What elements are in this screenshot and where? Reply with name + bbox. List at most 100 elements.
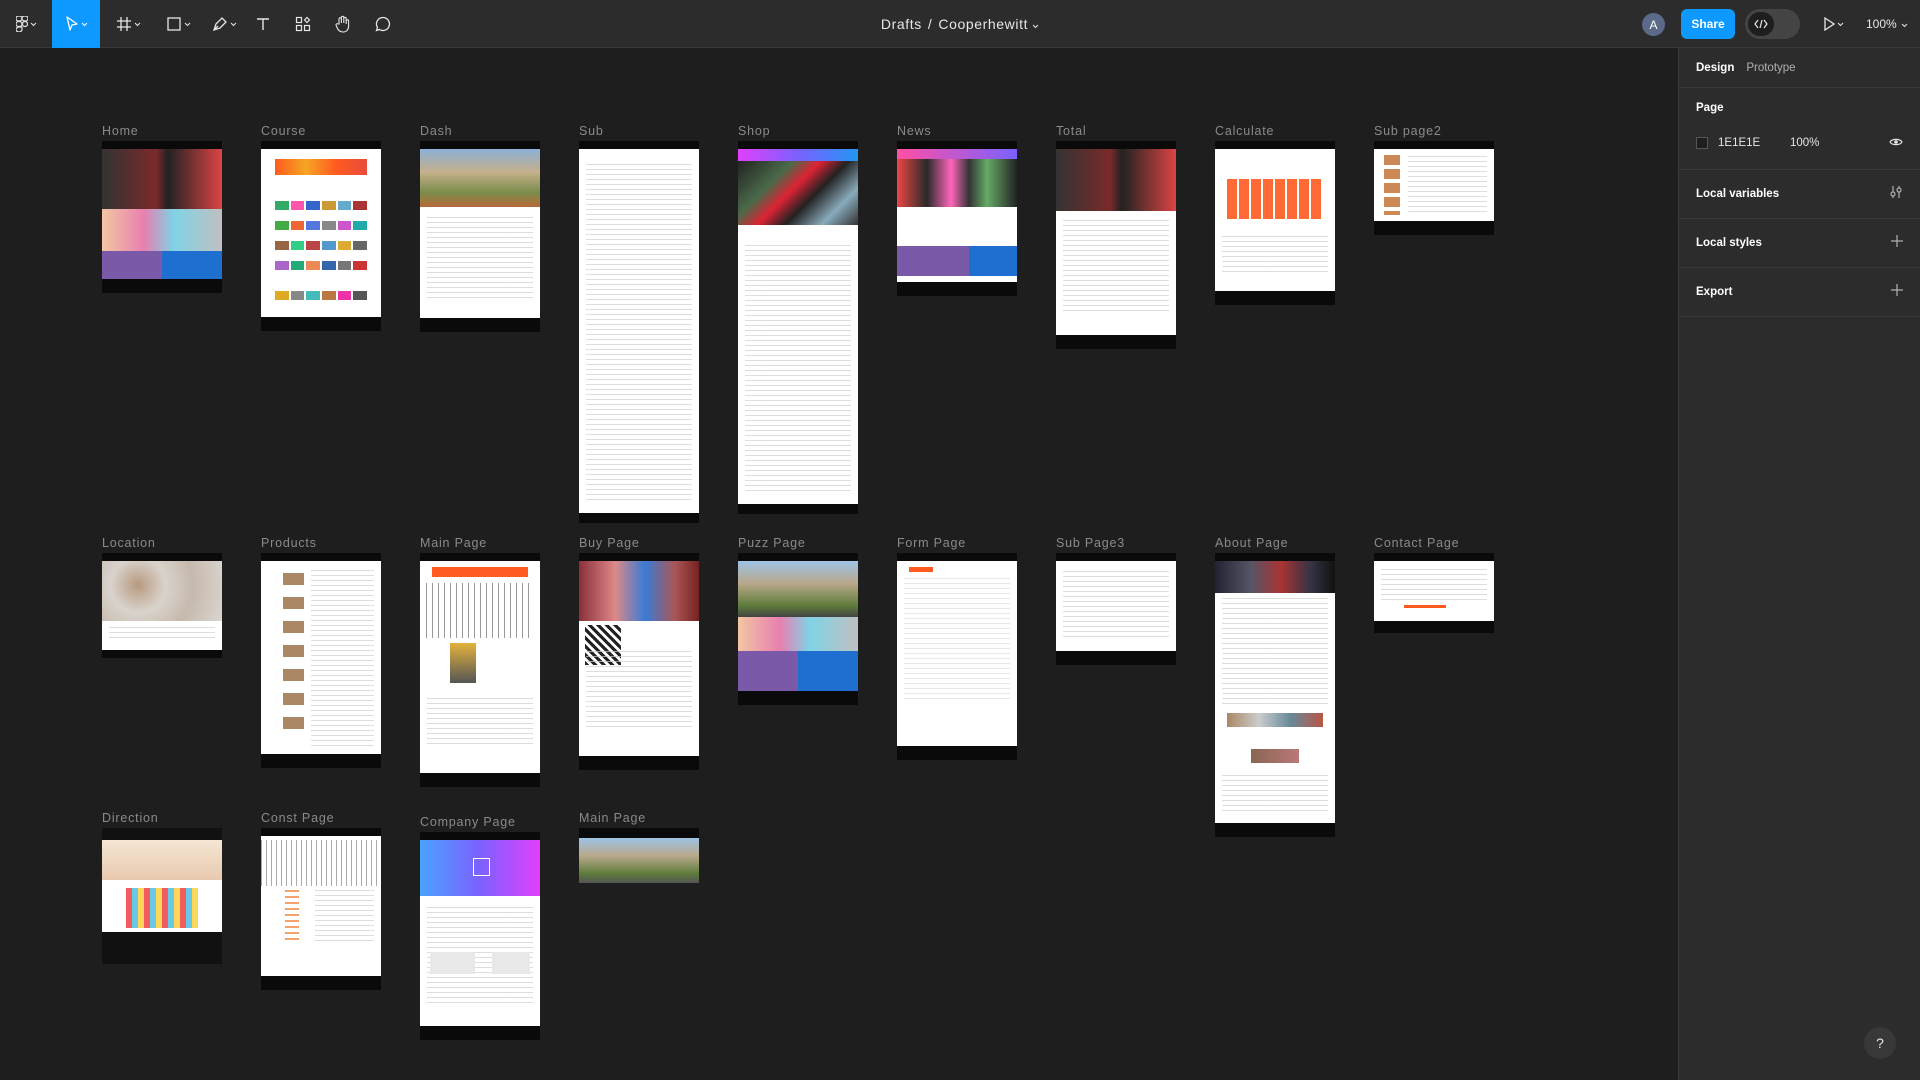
frame-course[interactable]: Course [261,124,381,331]
hand-icon [335,15,351,33]
frame-dash[interactable]: Dash [420,124,540,332]
resources-tool-button[interactable] [290,0,316,48]
comment-tool-button[interactable] [370,0,396,48]
frame-label[interactable]: Course [261,124,306,138]
frame-thumbnail [102,141,222,293]
frame-sub[interactable]: Sub [579,124,699,523]
export-section[interactable]: Export [1679,268,1920,317]
frame-thumbnail [738,141,858,514]
frame-sub-page3[interactable]: Sub Page3 [1056,536,1176,665]
breadcrumb-folder[interactable]: Drafts [881,16,922,32]
frame-thumbnail [738,553,858,705]
frame-products[interactable]: Products [261,536,381,768]
frame-puzz-page[interactable]: Puzz Page [738,536,858,705]
frame-home[interactable]: Home [102,124,222,293]
help-button[interactable]: ? [1864,1027,1896,1059]
local-styles-section[interactable]: Local styles [1679,219,1920,268]
present-button[interactable] [1818,0,1848,48]
frame-location[interactable]: Location [102,536,222,658]
frame-label[interactable]: About Page [1215,536,1288,550]
main-menu-button[interactable] [8,0,44,48]
frame-thumbnail [579,141,699,523]
frame-thumbnail [1215,141,1335,305]
frame-main-page-2[interactable]: Main Page [579,811,699,883]
frame-company-page[interactable]: Company Page [420,815,540,1040]
plus-icon[interactable] [1891,234,1903,252]
share-button[interactable]: Share [1681,9,1735,39]
frame-label[interactable]: Buy Page [579,536,640,550]
local-styles-title[interactable]: Local styles [1696,237,1762,249]
dev-mode-toggle[interactable] [1745,9,1800,39]
frame-direction[interactable]: Direction [102,811,222,964]
frame-label[interactable]: Main Page [579,811,646,825]
eye-icon[interactable] [1889,134,1903,152]
chevron-down-icon[interactable] [1032,16,1039,32]
frame-label[interactable]: Form Page [897,536,966,550]
cursor-arrow-icon [65,16,79,32]
frame-contact-page[interactable]: Contact Page [1374,536,1494,633]
frame-form-page[interactable]: Form Page [897,536,1017,760]
frame-thumbnail [1374,553,1494,633]
pen-nib-icon [212,16,228,32]
frame-label[interactable]: Contact Page [1374,536,1459,550]
frame-label[interactable]: Home [102,124,139,138]
frame-label[interactable]: Sub Page3 [1056,536,1125,550]
page-opacity[interactable]: 100% [1790,137,1819,149]
frame-thumbnail [579,828,699,883]
frame-label[interactable]: Direction [102,811,159,825]
frame-calculate[interactable]: Calculate [1215,124,1335,305]
figma-logo-icon [15,16,28,32]
page-color-swatch[interactable] [1696,137,1708,149]
frame-label[interactable]: Sub [579,124,604,138]
chevron-down-icon [81,22,88,27]
local-variables-title[interactable]: Local variables [1696,188,1779,200]
frame-main-page[interactable]: Main Page [420,536,540,787]
page-fill-row: 1E1E1E 100% [1696,132,1903,154]
tab-prototype[interactable]: Prototype [1746,62,1795,74]
frame-label[interactable]: Puzz Page [738,536,806,550]
frame-label[interactable]: Calculate [1215,124,1274,138]
frame-thumbnail [261,828,381,990]
frame-label[interactable]: Sub page2 [1374,124,1442,138]
design-canvas[interactable]: Home Course Dash Sub Shop News Total Cal… [0,48,1678,1080]
frame-total[interactable]: Total [1056,124,1176,349]
zoom-control[interactable]: 100% [1866,0,1908,48]
page-color-hex[interactable]: 1E1E1E [1718,137,1790,149]
pen-tool-button[interactable] [206,0,242,48]
shape-tool-button[interactable] [160,0,196,48]
frame-label[interactable]: Shop [738,124,770,138]
frame-label[interactable]: Location [102,536,156,550]
frame-const-page[interactable]: Const Page [261,811,381,990]
frame-tool-button[interactable] [110,0,146,48]
frame-hash-icon [116,16,132,32]
file-name[interactable]: Cooperhewitt [938,16,1028,32]
frame-label[interactable]: Products [261,536,317,550]
frame-label[interactable]: Const Page [261,811,334,825]
text-tool-button[interactable] [250,0,276,48]
chevron-down-icon [1837,22,1844,27]
frame-sub-page2[interactable]: Sub page2 [1374,124,1494,235]
chevron-down-icon [30,22,37,27]
frame-label[interactable]: News [897,124,931,138]
avatar[interactable]: A [1642,13,1665,36]
move-tool-button[interactable] [52,0,100,48]
frame-shop[interactable]: Shop [738,124,858,514]
tab-design[interactable]: Design [1696,62,1734,74]
frame-label[interactable]: Main Page [420,536,487,550]
variables-settings-icon[interactable] [1889,185,1903,204]
frame-label[interactable]: Company Page [420,815,516,829]
local-variables-section[interactable]: Local variables [1679,170,1920,219]
hand-tool-button[interactable] [330,0,356,48]
code-brackets-icon [1748,12,1774,36]
frame-label[interactable]: Dash [420,124,452,138]
plus-icon[interactable] [1891,283,1903,301]
frame-buy-page[interactable]: Buy Page [579,536,699,770]
export-title[interactable]: Export [1696,286,1732,298]
frame-news[interactable]: News [897,124,1017,296]
frame-thumbnail [1215,553,1335,837]
resources-grid-icon [295,16,311,32]
frame-label[interactable]: Total [1056,124,1086,138]
frame-about-page[interactable]: About Page [1215,536,1335,837]
chevron-down-icon [134,22,141,27]
frame-thumbnail [420,832,540,1040]
